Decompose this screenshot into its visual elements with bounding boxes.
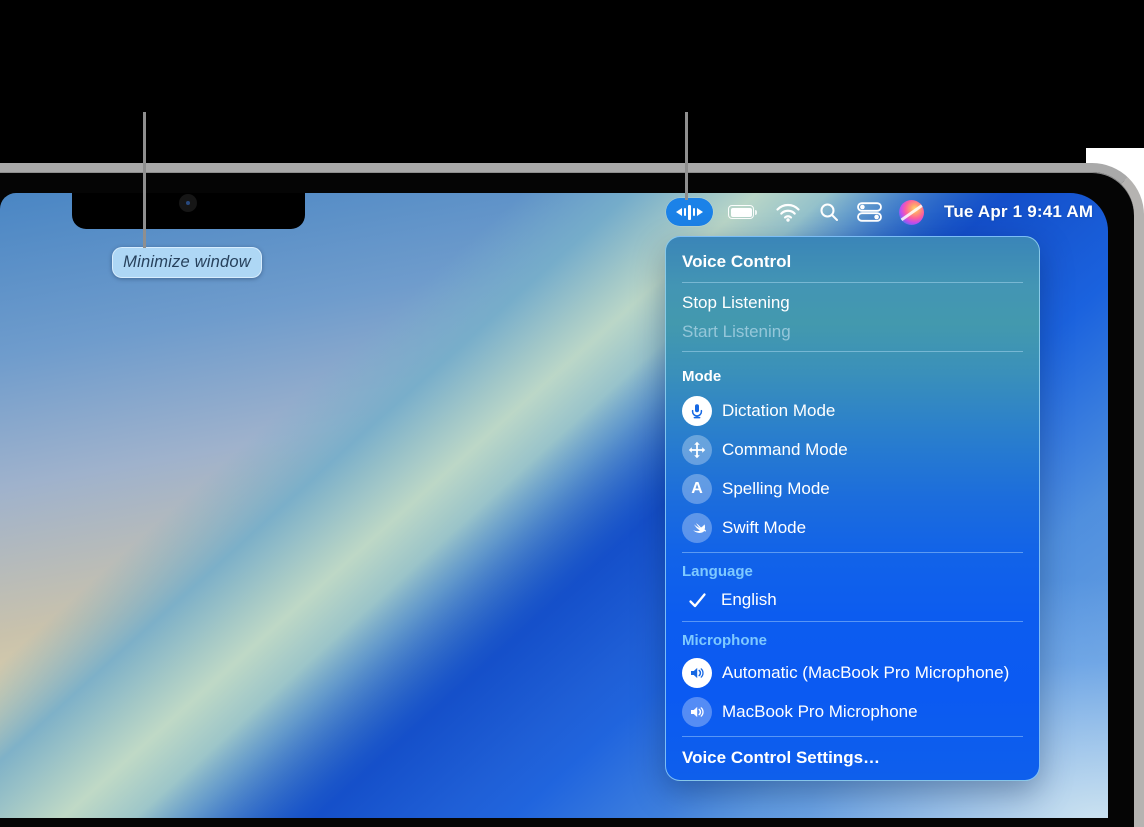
figure-black-background	[0, 0, 1144, 163]
menu-bar-clock[interactable]: Tue Apr 1 9:41 AM	[944, 202, 1093, 222]
menu-item-start-listening: Start Listening	[682, 322, 791, 341]
menu-title: Voice Control	[682, 252, 792, 271]
voice-command-bubble: Minimize window	[112, 247, 262, 278]
siri-icon[interactable]	[899, 199, 924, 225]
menu-item-dictation-mode[interactable]: Dictation Mode	[666, 391, 1039, 430]
menu-item-macbook-microphone[interactable]: MacBook Pro Microphone	[666, 692, 1039, 731]
menu-item-label: MacBook Pro Microphone	[722, 701, 918, 721]
divider	[682, 351, 1023, 352]
menu-item-label: Command Mode	[722, 439, 848, 459]
menu-bar: Tue Apr 1 9:41 AM	[666, 196, 1093, 228]
callout-line-voice-control	[685, 112, 688, 200]
microphone-section-header: Microphone	[682, 631, 767, 649]
move-arrows-icon	[682, 434, 712, 465]
menu-item-english[interactable]: English	[666, 584, 1039, 616]
macbook-display-frame: Tue Apr 1 9:41 AM Minimize window Voice …	[0, 163, 1144, 827]
swift-bird-icon	[682, 512, 712, 543]
control-center-icon[interactable]	[857, 202, 882, 222]
documentation-figure: Tue Apr 1 9:41 AM Minimize window Voice …	[0, 0, 1144, 827]
microphone-icon	[682, 395, 712, 426]
voice-command-text: Minimize window	[123, 253, 251, 271]
search-icon[interactable]	[819, 202, 839, 222]
divider	[682, 621, 1023, 622]
menu-item-command-mode[interactable]: Command Mode	[666, 430, 1039, 469]
wifi-icon[interactable]	[775, 203, 801, 222]
menu-item-label: Automatic (MacBook Pro Microphone)	[722, 662, 1010, 682]
desktop-wallpaper: Tue Apr 1 9:41 AM Minimize window Voice …	[0, 193, 1108, 818]
language-section-header: Language	[682, 562, 753, 580]
speaker-icon	[682, 657, 712, 688]
divider	[682, 282, 1023, 283]
mode-section-header: Mode	[682, 368, 722, 385]
letter-a-icon: A	[682, 473, 712, 504]
voice-control-icon	[675, 208, 682, 216]
voice-control-menu-extra[interactable]	[666, 198, 713, 226]
menu-item-spelling-mode[interactable]: A Spelling Mode	[666, 469, 1039, 508]
camera-icon	[179, 194, 197, 212]
menu-item-label: English	[721, 590, 777, 609]
menu-item-automatic-microphone[interactable]: Automatic (MacBook Pro Microphone)	[666, 653, 1039, 692]
speaker-icon	[682, 696, 712, 727]
menu-item-stop-listening[interactable]: Stop Listening	[666, 288, 1039, 318]
battery-icon[interactable]	[728, 205, 757, 219]
callout-line-minimize	[143, 112, 146, 248]
menu-item-swift-mode[interactable]: Swift Mode	[666, 508, 1039, 547]
voice-control-menu: Voice Control Stop Listening Start Liste…	[665, 236, 1040, 781]
divider	[682, 736, 1023, 737]
menu-item-label: Spelling Mode	[722, 478, 830, 498]
menu-item-label: Swift Mode	[722, 517, 807, 537]
menu-item-voice-control-settings[interactable]: Voice Control Settings…	[666, 742, 1039, 774]
menu-item-label: Dictation Mode	[722, 400, 836, 420]
checkmark-icon	[689, 592, 706, 607]
divider	[682, 552, 1023, 553]
display-notch	[72, 193, 305, 229]
